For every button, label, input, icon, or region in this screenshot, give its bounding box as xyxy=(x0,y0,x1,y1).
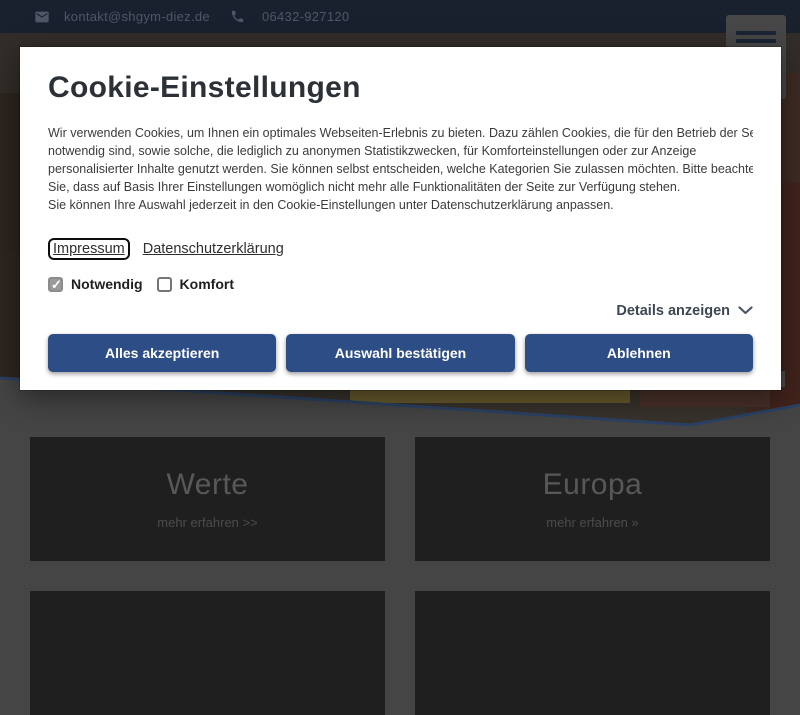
tile-europa[interactable]: Europa mehr erfahren » xyxy=(415,437,770,561)
tile-more-link[interactable]: mehr erfahren » xyxy=(546,515,639,530)
cookie-consent-dialog: Cookie-Einstellungen Wir verwenden Cooki… xyxy=(20,47,781,390)
details-label: Details anzeigen xyxy=(616,303,730,319)
komfort-label: Komfort xyxy=(180,276,234,292)
dialog-checkbox-row: Notwendig Komfort xyxy=(48,276,753,292)
phone-icon xyxy=(230,9,246,25)
checkbox-group-notwendig: Notwendig xyxy=(48,276,143,292)
datenschutz-link[interactable]: Datenschutzerklärung xyxy=(143,241,284,257)
decline-button[interactable]: Ablehnen xyxy=(525,334,753,372)
tile-partial-left[interactable] xyxy=(30,591,385,715)
tile-werte[interactable]: Werte mehr erfahren >> xyxy=(30,437,385,561)
topbar: kontakt@shgym-diez.de 06432-927120 xyxy=(0,0,800,33)
hamburger-icon xyxy=(736,31,776,35)
topbar-email-link[interactable]: kontakt@shgym-diez.de xyxy=(64,9,210,24)
notwendig-checkbox xyxy=(48,277,63,292)
tile-partial-right[interactable] xyxy=(415,591,770,715)
dialog-button-row: Alles akzeptieren Auswahl bestätigen Abl… xyxy=(48,334,753,372)
details-toggle[interactable]: Details anzeigen xyxy=(48,302,753,320)
dialog-links-row: Impressum Datenschutzerklärung xyxy=(48,238,753,260)
dialog-title: Cookie-Einstellungen xyxy=(48,71,753,105)
email-icon xyxy=(34,9,50,25)
komfort-checkbox[interactable] xyxy=(157,277,172,292)
accept-all-button[interactable]: Alles akzeptieren xyxy=(48,334,276,372)
dialog-description: Wir verwenden Cookies, um Ihnen ein opti… xyxy=(48,124,753,214)
notwendig-label: Notwendig xyxy=(71,276,143,292)
confirm-selection-button[interactable]: Auswahl bestätigen xyxy=(286,334,514,372)
tile-title: Werte xyxy=(167,468,249,502)
tile-more-link[interactable]: mehr erfahren >> xyxy=(157,515,257,530)
chevron-down-icon xyxy=(738,302,753,320)
tile-title: Europa xyxy=(543,468,643,502)
topbar-phone-link[interactable]: 06432-927120 xyxy=(262,9,349,24)
impressum-link[interactable]: Impressum xyxy=(48,238,130,260)
page: { "topbar": { "email": "kontakt@shgym-di… xyxy=(0,0,800,600)
checkbox-group-komfort: Komfort xyxy=(157,276,234,292)
